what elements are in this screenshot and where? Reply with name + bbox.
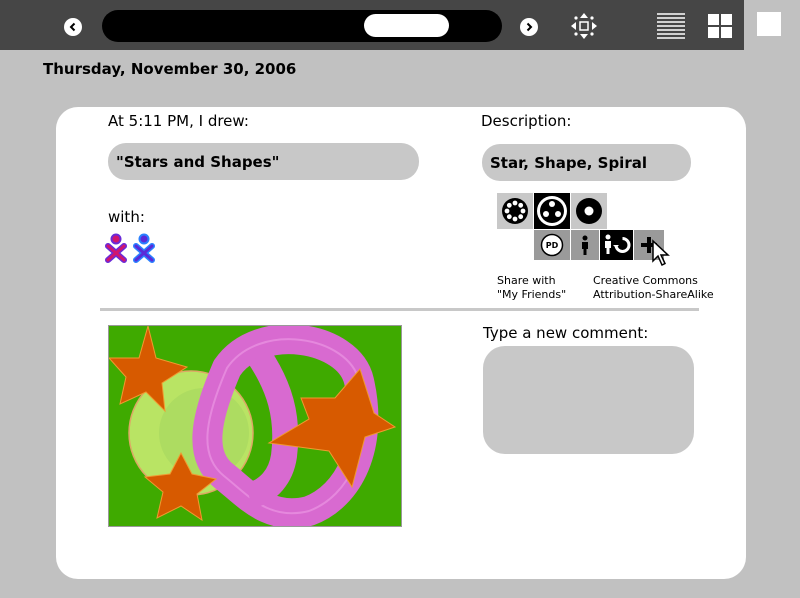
description-label: Description: <box>481 112 572 130</box>
move-button[interactable] <box>568 10 600 42</box>
license-by-sa-button[interactable] <box>600 230 633 260</box>
license-pd-button[interactable]: PD <box>534 230 570 260</box>
public-icon <box>576 198 602 224</box>
forward-button[interactable] <box>520 18 538 36</box>
attribution-sharealike-icon <box>604 234 630 254</box>
license-label: Creative Commons Attribution-ShareAlike <box>593 274 714 302</box>
public-domain-icon: PD <box>540 233 564 257</box>
back-button[interactable] <box>64 18 82 36</box>
scroll-thumb[interactable] <box>364 14 449 37</box>
license-text-line-2: Attribution-ShareAlike <box>593 288 714 301</box>
home-view-icon <box>757 12 781 36</box>
attribution-icon <box>582 235 588 255</box>
scroll-bar[interactable] <box>102 10 502 42</box>
comment-label: Type a new comment: <box>483 324 649 342</box>
list-view-button[interactable] <box>655 10 687 42</box>
share-private-button[interactable] <box>497 193 533 229</box>
friends-icon <box>537 196 567 226</box>
share-public-button[interactable] <box>571 193 607 229</box>
chevron-right-icon <box>526 22 533 32</box>
list-view-icon <box>657 13 685 39</box>
grid-view-icon <box>708 14 732 38</box>
share-friends-button[interactable] <box>534 193 570 229</box>
entry-date: Thursday, November 30, 2006 <box>43 60 297 78</box>
move-icon <box>571 13 597 39</box>
share-text-line-2: "My Friends" <box>497 288 567 301</box>
license-text-line-1: Creative Commons <box>593 274 698 287</box>
buddy-icon[interactable] <box>133 232 157 264</box>
share-circle-icon <box>502 198 528 224</box>
drawing-image <box>107 324 401 529</box>
share-scope-label: Share with "My Friends" <box>497 274 566 302</box>
with-label: with: <box>108 208 145 226</box>
buddy-icon[interactable] <box>105 232 129 264</box>
cursor-icon <box>652 239 670 267</box>
license-attribution-button[interactable] <box>571 230 599 260</box>
share-text-line-1: Share with <box>497 274 556 287</box>
title-field[interactable]: "Stars and Shapes" <box>108 143 419 180</box>
top-toolbar <box>0 0 800 50</box>
comment-input[interactable] <box>483 346 694 454</box>
drawing-preview[interactable] <box>107 324 402 529</box>
section-divider <box>100 308 699 311</box>
home-view-button[interactable] <box>744 0 800 50</box>
grid-view-button[interactable] <box>704 10 736 42</box>
pd-text: PD <box>546 241 559 250</box>
drew-label: At 5:11 PM, I drew: <box>108 112 249 130</box>
chevron-left-icon <box>69 22 76 32</box>
description-field[interactable]: Star, Shape, Spiral <box>482 144 691 181</box>
journal-entry-card: At 5:11 PM, I drew: "Stars and Shapes" D… <box>56 107 746 579</box>
